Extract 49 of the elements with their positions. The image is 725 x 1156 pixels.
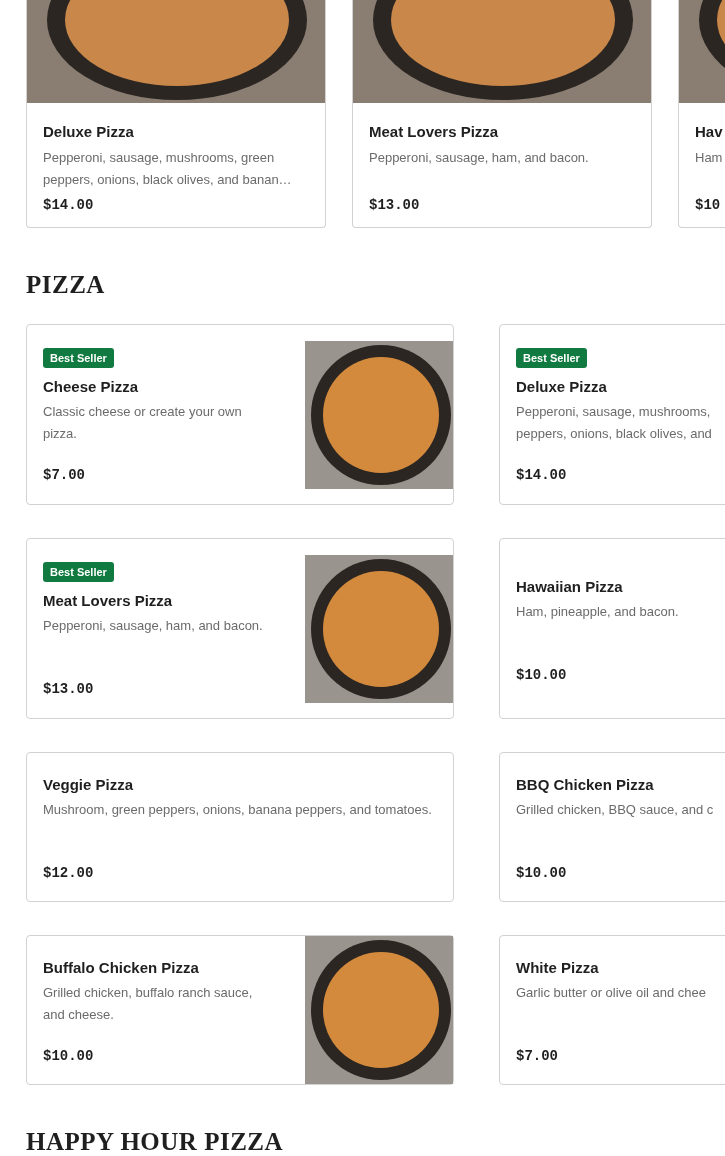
- item-name: Deluxe Pizza: [43, 122, 134, 142]
- item-price: $10: [695, 197, 721, 213]
- menu-card[interactable]: Buffalo Chicken Pizza Grilled chicken, buffalo ranch sauce, and cheese. $10.00: [26, 935, 454, 1085]
- item-price: $10.00: [516, 865, 567, 881]
- section-heading: HAPPY HOUR PIZZA: [26, 1127, 285, 1156]
- item-price: $14.00: [516, 467, 567, 483]
- menu-card[interactable]: BBQ Chicken Pizza Grilled chicken, BBQ sauce, and c $10.00: [499, 752, 725, 902]
- item-description: Pepperoni, sausage, ham, and bacon.: [369, 149, 589, 167]
- menu-card[interactable]: Hawaiian Pizza Ham, pineapple, and bacon. $10.00: [499, 538, 725, 719]
- menu-card[interactable]: Veggie Pizza Mushroom, green peppers, onions, banana peppers, and tomatoes. $12.00: [26, 752, 454, 902]
- menu-card[interactable]: Meat Lovers Pizza Pepperoni, sausage, ham, and bacon. $13.00: [352, 0, 652, 228]
- best-seller-badge: Best Seller: [516, 348, 587, 368]
- item-description: Ham: [695, 149, 723, 167]
- item-description: Grilled chicken, BBQ sauce, and c: [516, 801, 714, 819]
- item-price: $7.00: [43, 467, 85, 483]
- item-description: Ham, pineapple, and bacon.: [516, 602, 679, 621]
- item-description: Garlic butter or olive oil and chee: [516, 984, 707, 1002]
- menu-card[interactable]: Best Seller Cheese Pizza Classic cheese or create your own pizza. $7.00: [26, 324, 454, 505]
- item-name: Cheese Pizza: [43, 377, 139, 397]
- item-name: Hawaiian Pizza: [516, 576, 623, 597]
- item-name: BBQ Chicken Pizza: [516, 775, 654, 795]
- item-price: $14.00: [43, 197, 94, 213]
- item-description: Pepperoni, sausage, ham, and bacon.: [43, 617, 263, 635]
- item-price: $13.00: [369, 197, 420, 213]
- item-name: Veggie Pizza: [43, 775, 134, 795]
- item-description: Grilled chicken, buffalo ranch sauce, and cheese.: [43, 984, 254, 1024]
- item-price: $12.00: [43, 865, 94, 881]
- best-seller-badge: Best Seller: [43, 348, 114, 368]
- item-price: $10.00: [516, 666, 567, 683]
- menu-card[interactable]: Hav Ham $10: [678, 0, 725, 228]
- item-price: $13.00: [43, 681, 94, 697]
- section-heading: PIZZA: [26, 270, 106, 300]
- item-description: Pepperoni, sausage, mushrooms, peppers, onions, black olives, and: [516, 403, 713, 443]
- item-price: $10.00: [43, 1048, 94, 1064]
- item-name: Buffalo Chicken Pizza: [43, 958, 199, 978]
- menu-card[interactable]: White Pizza Garlic butter or olive oil and chee $7.00: [499, 935, 725, 1085]
- item-description: Classic cheese or create your own pizza.: [43, 403, 243, 443]
- item-price: $7.00: [516, 1048, 558, 1064]
- item-name: White Pizza: [516, 958, 599, 978]
- menu-card[interactable]: Best Seller Meat Lovers Pizza Pepperoni, sausage, ham, and bacon. $13.00: [26, 538, 454, 719]
- item-name: Hav: [695, 122, 723, 142]
- menu-card[interactable]: Deluxe Pizza Pepperoni, sausage, mushrooms, green peppers, onions, black olives, and banan… $14.00: [26, 0, 326, 228]
- item-name: Meat Lovers Pizza: [43, 591, 173, 611]
- menu-card[interactable]: Best Seller Deluxe Pizza Pepperoni, sausage, mushrooms, peppers, onions, black olives, and $14.00: [499, 324, 725, 505]
- item-description: Mushroom, green peppers, onions, banana peppers, and tomatoes.: [43, 801, 432, 819]
- item-name: Deluxe Pizza: [516, 377, 607, 397]
- item-name: Meat Lovers Pizza: [369, 122, 499, 142]
- item-description: Pepperoni, sausage, mushrooms, green peppers, onions, black olives, and banan…: [43, 149, 293, 189]
- best-seller-badge: Best Seller: [43, 562, 114, 582]
